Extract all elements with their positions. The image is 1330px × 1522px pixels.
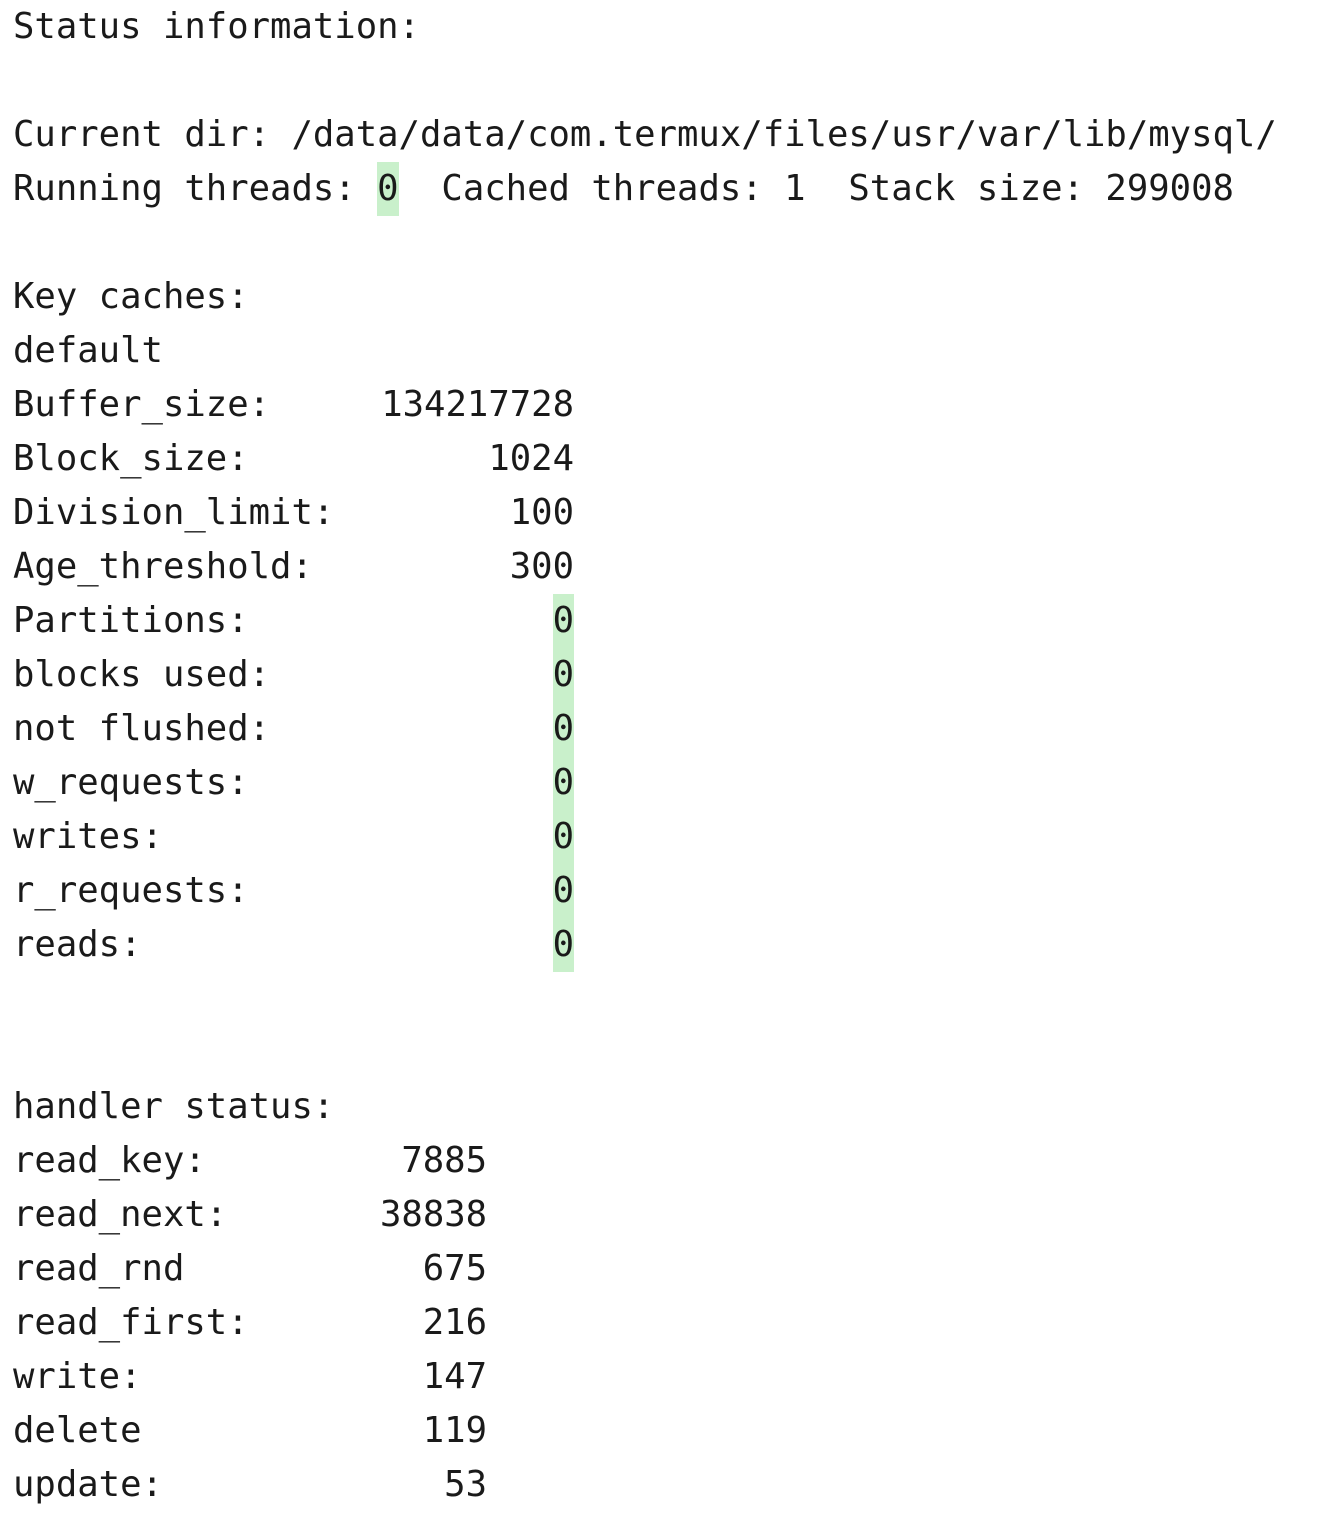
handler-status-row: read_first: 216 bbox=[13, 1296, 1277, 1350]
key-cache-row: Partitions: 0 bbox=[13, 594, 1277, 648]
key-cache-row: Block_size: 1024 bbox=[13, 432, 1277, 486]
key-cache-value-highlight: 0 bbox=[552, 702, 574, 756]
handler-status-value: 675 bbox=[422, 1248, 487, 1289]
key-cache-row: Division_limit: 100 bbox=[13, 486, 1277, 540]
key-cache-value-highlight: 0 bbox=[552, 756, 574, 810]
handler-status-row: update: 53 bbox=[13, 1458, 1277, 1512]
handler-status-value: 216 bbox=[422, 1302, 487, 1343]
key-cache-label: Partitions: bbox=[13, 600, 249, 641]
key-cache-value: 0 bbox=[380, 648, 574, 702]
status-header: Status information: bbox=[13, 6, 420, 47]
key-cache-value: 0 bbox=[380, 702, 574, 756]
handler-status-label: update: bbox=[13, 1464, 163, 1505]
handler-status-label: read_rnd bbox=[13, 1248, 185, 1289]
key-cache-row: reads: 0 bbox=[13, 918, 1277, 972]
handler-status-row: read_rnd 675 bbox=[13, 1242, 1277, 1296]
key-cache-label: Age_threshold: bbox=[13, 546, 313, 587]
handler-status-section: handler status: read_key: 7885 read_next: 3… bbox=[13, 1080, 1277, 1512]
running-threads-value: 0 bbox=[377, 162, 399, 216]
terminal-output: Status information: Current dir: /data/d… bbox=[13, 0, 1277, 1512]
key-cache-label: w_requests: bbox=[13, 762, 249, 803]
threads-rest: Cached threads: 1 Stack size: 299008 bbox=[398, 168, 1234, 209]
key-cache-value-highlight: 0 bbox=[552, 864, 574, 918]
key-cache-value: 0 bbox=[380, 918, 574, 972]
key-cache-name: default bbox=[13, 330, 163, 371]
key-cache-value: 0 bbox=[380, 594, 574, 648]
handler-status-row: read_key: 7885 bbox=[13, 1134, 1277, 1188]
handler-status-row: read_next: 38838 bbox=[13, 1188, 1277, 1242]
key-cache-value: 300 bbox=[509, 546, 574, 587]
handler-status-label: read_key: bbox=[13, 1140, 206, 1181]
key-cache-label: Buffer_size: bbox=[13, 384, 271, 425]
key-cache-value-highlight: 0 bbox=[552, 918, 574, 972]
key-caches-section: Key caches: default Buffer_size: 13421772… bbox=[13, 270, 1277, 972]
handler-status-row: write: 147 bbox=[13, 1350, 1277, 1404]
key-cache-value: 100 bbox=[509, 492, 574, 533]
handler-status-label: write: bbox=[13, 1356, 142, 1397]
key-cache-value: 0 bbox=[380, 864, 574, 918]
handler-status-row: delete 119 bbox=[13, 1404, 1277, 1458]
key-cache-label: Block_size: bbox=[13, 438, 249, 479]
handler-status-value: 7885 bbox=[401, 1140, 487, 1181]
key-cache-label: blocks used: bbox=[13, 654, 271, 695]
key-cache-value: 0 bbox=[380, 810, 574, 864]
handler-status-value: 147 bbox=[422, 1356, 487, 1397]
running-threads-label: Running threads: bbox=[13, 168, 378, 209]
key-cache-value-highlight: 0 bbox=[552, 810, 574, 864]
key-caches-header: Key caches: bbox=[13, 276, 249, 317]
key-cache-label: Division_limit: bbox=[13, 492, 335, 533]
handler-status-header: handler status: bbox=[13, 1086, 335, 1127]
key-cache-row: Age_threshold: 300 bbox=[13, 540, 1277, 594]
key-cache-value: 1024 bbox=[488, 438, 574, 479]
key-cache-row: w_requests: 0 bbox=[13, 756, 1277, 810]
key-cache-value-highlight: 0 bbox=[552, 648, 574, 702]
handler-status-label: read_next: bbox=[13, 1194, 228, 1235]
key-cache-row: not flushed: 0 bbox=[13, 702, 1277, 756]
key-cache-value: 0 bbox=[380, 756, 574, 810]
key-cache-row: Buffer_size: 134217728 bbox=[13, 378, 1277, 432]
key-cache-row: writes: 0 bbox=[13, 810, 1277, 864]
handler-status-value: 53 bbox=[444, 1464, 487, 1505]
current-dir-line: Current dir: /data/data/com.termux/files… bbox=[13, 114, 1277, 155]
threads-line: Running threads: 0 Cached threads: 1 Sta… bbox=[13, 162, 1277, 216]
handler-status-value: 119 bbox=[422, 1410, 487, 1451]
key-cache-label: reads: bbox=[13, 924, 142, 965]
key-cache-value-highlight: 0 bbox=[552, 594, 574, 648]
key-cache-label: writes: bbox=[13, 816, 163, 857]
key-cache-label: r_requests: bbox=[13, 870, 249, 911]
key-cache-value: 134217728 bbox=[381, 384, 574, 425]
key-cache-row: r_requests: 0 bbox=[13, 864, 1277, 918]
key-cache-label: not flushed: bbox=[13, 708, 271, 749]
handler-status-label: read_first: bbox=[13, 1302, 249, 1343]
key-cache-row: blocks used: 0 bbox=[13, 648, 1277, 702]
handler-status-label: delete bbox=[13, 1410, 142, 1451]
handler-status-value: 38838 bbox=[380, 1194, 488, 1235]
